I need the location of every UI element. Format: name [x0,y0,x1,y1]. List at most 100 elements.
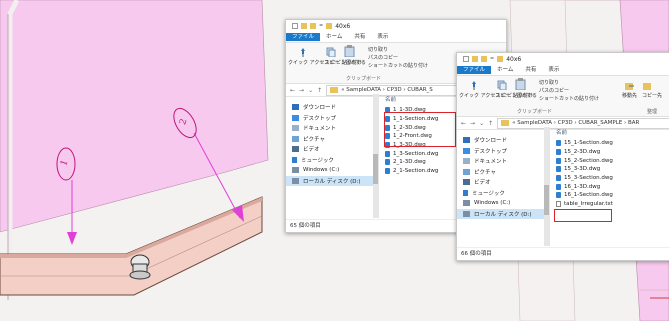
dwg-file-icon [385,116,390,123]
paste-shortcut-button[interactable]: ショートカットの貼り付け [539,95,599,102]
nav-item-desktop[interactable]: デスクトップ [286,113,378,124]
file-item[interactable]: 16_1-Section.dwg [550,191,669,200]
paste-button[interactable]: 貼り付け [513,92,533,99]
nav-item-videos[interactable]: ビデオ [457,177,549,188]
copy-icon[interactable] [326,47,336,57]
navigation-pane[interactable]: ダウンロード デスクトップ ドキュメント ピクチャ ビデオ ミュージック Win… [286,94,379,218]
nav-label: ピクチャ [303,136,325,143]
tab-file[interactable]: ファイル [286,32,321,42]
tab-home[interactable]: ホーム [320,32,348,42]
nav-item-local-disk-d[interactable]: ローカル ディスク (D:) [286,175,378,186]
nav-item-music[interactable]: ミュージック [457,188,549,199]
desktop-icon [463,147,470,154]
download-icon [463,137,470,144]
nav-label: デスクトップ [474,148,508,155]
file-item[interactable]: 15_2-Section.dwg [550,156,669,165]
file-item[interactable]: 15_2-3D.dwg [550,148,669,157]
tab-share[interactable]: 共有 [348,32,371,42]
file-name: 15_3-3D.dwg [564,166,601,173]
nav-scrollbar[interactable] [373,94,378,218]
paste-button[interactable]: 貼り付け [342,59,362,66]
file-name: table_Irregular.txt [564,201,613,208]
ribbon: クイック アクセス にピン留めする コピー 貼り付け 切り取り パスのコピー シ… [457,75,669,117]
copy-icon[interactable] [497,80,507,90]
nav-scroll-thumb[interactable] [373,154,378,184]
explorer-window-front[interactable]: = 40x6 ファイル ホーム 共有 表示 クイック アクセス にピン留めする … [456,52,669,261]
new-folder-icon[interactable] [481,56,487,62]
nav-label: ドキュメント [303,126,337,133]
back-arrow-icon[interactable]: ← [461,120,466,127]
copy-path-button[interactable]: パスのコピー [539,87,569,94]
tab-file[interactable]: ファイル [457,65,492,75]
file-item[interactable]: 15_3-Section.dwg [550,174,669,183]
nav-item-music[interactable]: ミュージック [286,155,378,166]
nav-item-documents[interactable]: ドキュメント [457,156,549,167]
nav-item-downloads[interactable]: ダウンロード [457,135,549,146]
text-file-icon [556,201,561,208]
history-chevron-icon[interactable]: ⌄ [479,120,484,127]
up-arrow-icon[interactable]: ↑ [488,120,493,127]
content-area: ダウンロード デスクトップ ドキュメント ピクチャ ビデオ ミュージック Win… [457,127,669,260]
title-bar[interactable]: = 40x6 [457,53,669,65]
dwg-file-icon [556,149,561,156]
file-item[interactable]: table_Irregular.txt [550,200,669,209]
forward-arrow-icon[interactable]: → [470,120,475,127]
nav-scrollbar[interactable] [544,127,549,246]
nav-item-windows-c[interactable]: Windows (C:) [457,198,549,209]
file-item[interactable]: 16_1-3D.dwg [550,182,669,191]
nav-item-pictures[interactable]: ピクチャ [457,167,549,178]
copy-to-button[interactable]: コピー先 [642,92,662,99]
forward-arrow-icon[interactable]: → [299,87,304,94]
properties-icon[interactable] [301,23,307,29]
navigation-pane[interactable]: ダウンロード デスクトップ ドキュメント ピクチャ ビデオ ミュージック Win… [457,127,550,246]
nav-scroll-thumb[interactable] [544,185,549,215]
tab-share[interactable]: 共有 [519,65,542,75]
copy-button[interactable]: コピー [495,92,510,99]
up-arrow-icon[interactable]: ↑ [317,87,322,94]
properties-icon[interactable] [472,56,478,62]
paste-shortcut-button[interactable]: ショートカットの貼り付け [368,62,428,69]
nav-item-videos[interactable]: ビデオ [286,144,378,155]
cut-button[interactable]: 切り取り [368,46,388,53]
file-list[interactable]: 名前 15_1-Section.dwg 15_2-3D.dwg 15_2-Sec… [550,127,669,246]
column-header-name[interactable]: 名前 [550,127,669,139]
back-arrow-icon[interactable]: ← [290,87,295,94]
nav-label: ビデオ [303,147,320,154]
paste-icon[interactable] [344,45,356,57]
move-to-button[interactable]: 移動先 [622,92,637,99]
dwg-file-icon [385,124,390,131]
copy-button[interactable]: コピー [324,59,339,66]
copy-path-button[interactable]: パスのコピー [368,54,398,61]
cut-button[interactable]: 切り取り [539,79,559,86]
history-chevron-icon[interactable]: ⌄ [308,87,313,94]
qa-separator: = [319,23,324,29]
file-item[interactable]: 15_1-Section.dwg [550,139,669,148]
nav-item-downloads[interactable]: ダウンロード [286,102,378,113]
tab-home[interactable]: ホーム [491,65,519,75]
window-title: 40x6 [506,55,522,63]
nav-item-desktop[interactable]: デスクトップ [457,146,549,157]
move-to-icon[interactable] [625,81,635,91]
pin-icon[interactable] [469,80,479,90]
app-icon [292,23,298,29]
nav-label: ミュージック [472,190,505,197]
file-name: 15_1-Section.dwg [564,140,613,147]
tab-view[interactable]: 表示 [542,65,565,75]
desktop-icon [292,114,299,121]
pin-icon[interactable] [298,47,308,57]
title-bar[interactable]: = 40x6 [286,20,506,32]
file-name: 15_2-Section.dwg [564,157,613,164]
tab-view[interactable]: 表示 [371,32,394,42]
file-item[interactable]: 15_3-3D.dwg [550,165,669,174]
videos-icon [463,179,470,186]
new-folder-icon[interactable] [310,23,316,29]
dwg-file-icon [556,183,561,190]
nav-item-pictures[interactable]: ピクチャ [286,134,378,145]
copy-to-icon[interactable] [643,81,653,91]
file-name: 16_1-Section.dwg [564,192,613,199]
nav-item-local-disk-d[interactable]: ローカル ディスク (D:) [457,208,549,219]
nav-item-documents[interactable]: ドキュメント [286,123,378,134]
paste-icon[interactable] [515,78,527,90]
pictures-icon [463,168,470,175]
nav-item-windows-c[interactable]: Windows (C:) [286,165,378,176]
